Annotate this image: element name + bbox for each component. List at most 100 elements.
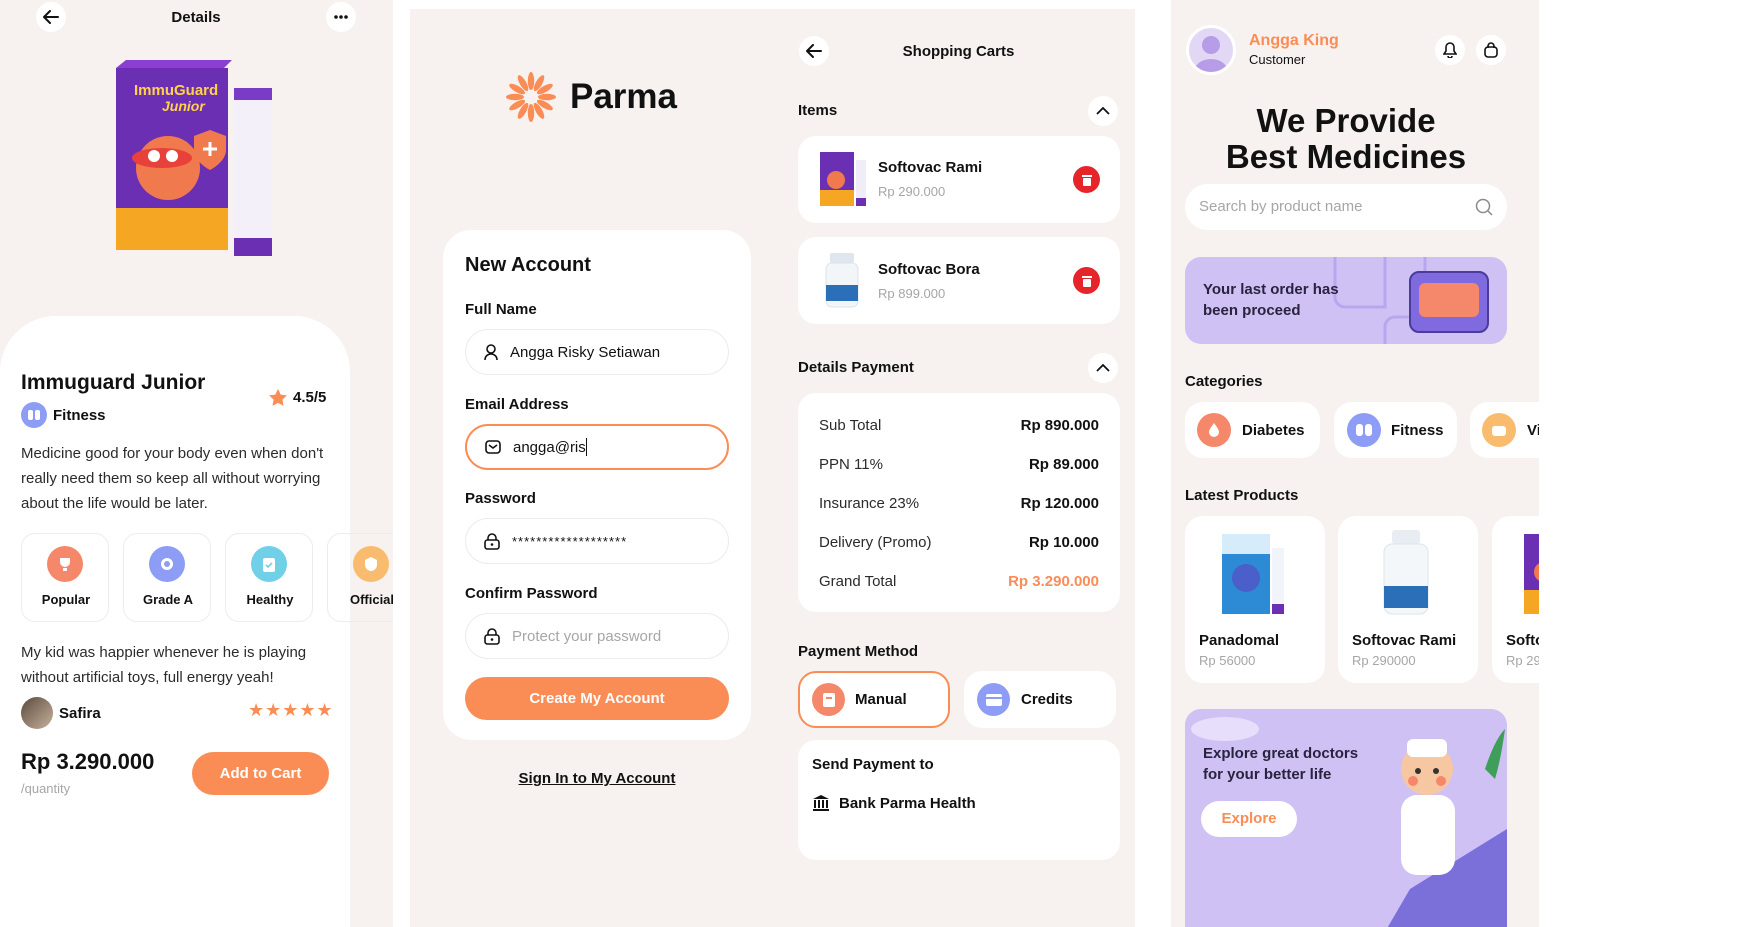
more-button[interactable] bbox=[326, 2, 356, 32]
add-to-cart-button[interactable]: Add to Cart bbox=[192, 752, 329, 795]
order-status-banner[interactable]: Your last order has been proceed bbox=[1185, 257, 1507, 344]
create-account-button[interactable]: Create My Account bbox=[465, 677, 729, 720]
trophy-icon bbox=[47, 546, 83, 582]
product-price: Rp 29 bbox=[1506, 653, 1539, 668]
receipt-icon bbox=[812, 683, 845, 716]
items-label: Items bbox=[798, 102, 838, 119]
feature-label: Official bbox=[349, 592, 393, 607]
box-sub: Junior bbox=[162, 98, 205, 114]
arrow-left-icon bbox=[806, 44, 822, 58]
latest-products-label: Latest Products bbox=[1185, 487, 1299, 504]
user-name: Angga King bbox=[1249, 32, 1339, 49]
chevron-up-icon bbox=[1096, 364, 1110, 372]
more-dots-icon bbox=[334, 15, 348, 19]
fitness-icon bbox=[1347, 413, 1381, 447]
avatar[interactable] bbox=[1186, 25, 1236, 75]
user-avatar-icon bbox=[1195, 36, 1227, 72]
category-diabetes[interactable]: Diabetes bbox=[1185, 402, 1320, 458]
category-vitamins[interactable]: Vi bbox=[1470, 402, 1539, 458]
full-name-field[interactable]: Angga Risky Setiawan bbox=[465, 329, 729, 375]
product-name: Immuguard Junior bbox=[21, 371, 206, 394]
bank-option[interactable]: Bank Parma Health bbox=[812, 794, 976, 812]
arrow-left-icon bbox=[43, 10, 59, 24]
item-price: Rp 899.000 bbox=[878, 286, 946, 301]
category-label: Vi bbox=[1527, 422, 1539, 439]
cart-button[interactable] bbox=[1476, 35, 1506, 65]
cart-item[interactable]: Softovac Rami Rp 290.000 bbox=[798, 136, 1120, 223]
details-screen: Details ImmuGuard Junior Immuguard Junio… bbox=[0, 0, 393, 927]
search-icon bbox=[1475, 198, 1493, 216]
feature-official[interactable]: Official bbox=[327, 533, 393, 622]
confirm-password-field[interactable]: Protect your password bbox=[465, 613, 729, 659]
product-name: Softovac Rami bbox=[1352, 632, 1457, 649]
payment-row-value: Rp 10.000 bbox=[1028, 534, 1099, 551]
home-screen: Angga King Customer We Provide Best Medi… bbox=[1171, 0, 1539, 927]
form-title: New Account bbox=[465, 254, 591, 276]
payment-row-label: Delivery (Promo) bbox=[819, 534, 932, 551]
method-credits[interactable]: Credits bbox=[964, 671, 1116, 728]
page-title: Details bbox=[171, 9, 221, 26]
bank-icon bbox=[813, 795, 829, 811]
items-collapse-button[interactable] bbox=[1088, 96, 1118, 126]
clipboard-icon bbox=[251, 546, 287, 582]
back-button[interactable] bbox=[36, 2, 66, 32]
vitamin-icon bbox=[1482, 413, 1516, 447]
email-value: angga@ris bbox=[513, 438, 586, 456]
product-card[interactable]: Panadomal Rp 56000 bbox=[1185, 516, 1325, 683]
category-label: Fitness bbox=[53, 406, 106, 424]
review-text: My kid was happier whenever he is playin… bbox=[21, 644, 307, 686]
method-manual[interactable]: Manual bbox=[798, 671, 950, 728]
payment-details-card: Sub Total Rp 890.000 PPN 11% Rp 89.000 I… bbox=[798, 393, 1120, 612]
details-collapse-button[interactable] bbox=[1088, 353, 1118, 383]
product-thumbnail bbox=[818, 150, 868, 208]
delete-button[interactable] bbox=[1073, 166, 1100, 193]
payment-method-label: Payment Method bbox=[798, 643, 919, 660]
trash-icon bbox=[1081, 174, 1092, 186]
mail-icon bbox=[485, 440, 501, 454]
category-tag: Fitness bbox=[21, 402, 106, 428]
email-field[interactable]: angga@ris bbox=[465, 424, 729, 470]
reviewer-name: Safira bbox=[59, 704, 101, 722]
doctor-banner[interactable]: Explore great doctors for your better li… bbox=[1185, 709, 1507, 927]
feature-healthy[interactable]: Healthy bbox=[225, 533, 313, 622]
notification-button[interactable] bbox=[1435, 35, 1465, 65]
trash-icon bbox=[1081, 275, 1092, 287]
feature-label: Healthy bbox=[246, 592, 294, 607]
password-value: ******************* bbox=[512, 533, 628, 549]
price: Rp 3.290.000 bbox=[21, 749, 155, 774]
search-input[interactable]: Search by product name bbox=[1185, 184, 1507, 230]
payment-row-label: Sub Total bbox=[819, 417, 882, 434]
payment-row-label: Insurance 23% bbox=[819, 495, 920, 512]
product-image bbox=[1218, 530, 1288, 616]
category-label: Diabetes bbox=[1242, 422, 1305, 439]
payment-row-value: Rp 120.000 bbox=[1020, 495, 1099, 512]
category-label: Fitness bbox=[1391, 422, 1444, 439]
review-stars: ★★★★★ bbox=[248, 700, 334, 720]
cart-item[interactable]: Softovac Bora Rp 899.000 bbox=[798, 237, 1120, 324]
confirm-password-placeholder: Protect your password bbox=[512, 627, 662, 645]
category-fitness[interactable]: Fitness bbox=[1334, 402, 1457, 458]
price-unit: /quantity bbox=[21, 781, 71, 796]
badge-icon bbox=[149, 546, 185, 582]
password-field[interactable]: ******************* bbox=[465, 518, 729, 564]
details-payment-label: Details Payment bbox=[798, 359, 914, 376]
method-label: Manual bbox=[855, 691, 907, 708]
product-price: Rp 290000 bbox=[1352, 653, 1416, 668]
product-card[interactable]: Softo Rp 29 bbox=[1492, 516, 1539, 683]
product-image bbox=[1522, 532, 1539, 616]
sign-in-link[interactable]: Sign In to My Account bbox=[443, 770, 751, 787]
lock-icon bbox=[484, 532, 500, 550]
payment-row-value: Rp 890.000 bbox=[1020, 417, 1099, 434]
product-image: ImmuGuard Junior bbox=[112, 58, 278, 258]
feature-popular[interactable]: Popular bbox=[21, 533, 109, 622]
feature-grade-a[interactable]: Grade A bbox=[123, 533, 211, 622]
user-icon bbox=[484, 343, 498, 360]
chevron-up-icon bbox=[1096, 107, 1110, 115]
card-icon bbox=[977, 683, 1010, 716]
grand-total-value: Rp 3.290.000 bbox=[1008, 573, 1099, 590]
explore-button[interactable]: Explore bbox=[1201, 801, 1297, 837]
delete-button[interactable] bbox=[1073, 267, 1100, 294]
product-card[interactable]: Softovac Rami Rp 290000 bbox=[1338, 516, 1478, 683]
back-button[interactable] bbox=[799, 36, 829, 66]
method-label: Credits bbox=[1021, 691, 1073, 708]
